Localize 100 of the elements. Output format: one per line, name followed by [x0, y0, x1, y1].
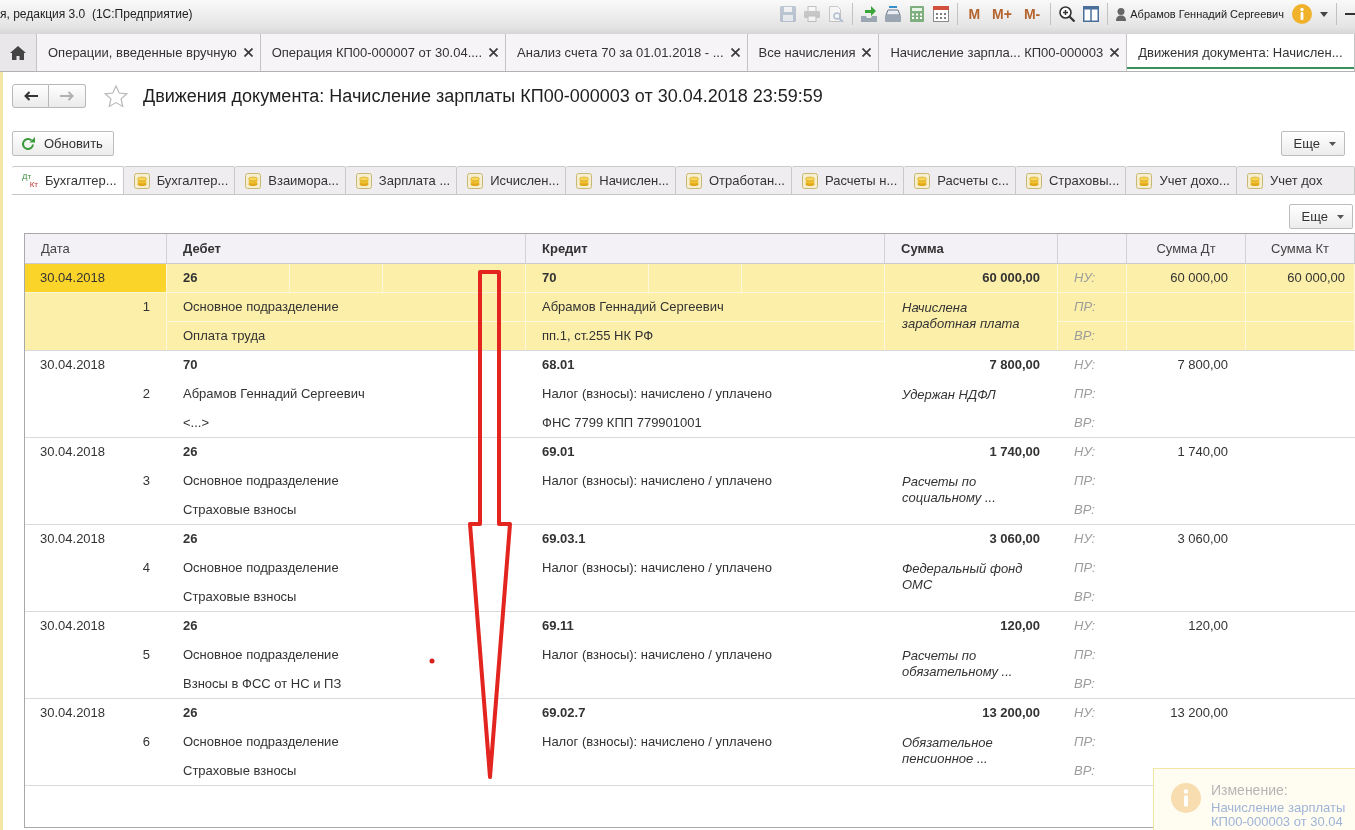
- coins-icon: [245, 172, 262, 189]
- ledger-label: НУ:: [1058, 699, 1127, 728]
- row-number: 3: [25, 467, 167, 524]
- date-cell: 30.04.2018: [25, 612, 167, 641]
- analytics-cell: Основное подразделение: [167, 467, 526, 496]
- coins-icon: [686, 172, 702, 189]
- close-icon[interactable]: [489, 48, 499, 57]
- column-header[interactable]: Сумма Кт: [1246, 234, 1355, 263]
- tab[interactable]: Исчислен...: [457, 166, 567, 194]
- tab[interactable]: Операция КП00-000007 от 30.04....: [260, 34, 507, 71]
- tab[interactable]: Начислен...: [566, 166, 676, 194]
- tab[interactable]: Анализ счета 70 за 01.01.2018 - ...: [506, 34, 748, 71]
- scanner-icon[interactable]: [885, 6, 902, 22]
- analytics-cell: Абрамов Геннадий Сергеевич: [526, 293, 885, 322]
- account-cell: 26: [167, 612, 290, 641]
- column-header[interactable]: Дебет: [167, 234, 526, 263]
- analytics-cell: Страховые взносы: [167, 583, 526, 611]
- description-text: Обязательное пенсионное ...: [902, 735, 994, 767]
- close-icon[interactable]: [730, 48, 740, 57]
- memory-button[interactable]: M: [966, 6, 983, 22]
- amount-dt-cell: 3 060,00: [1127, 525, 1246, 554]
- tab[interactable]: Учет дохо...: [1126, 166, 1237, 194]
- analytics-cell: Страховые взносы: [167, 496, 526, 524]
- analytics-cell: Налог (взносы): начислено / уплачено: [526, 554, 885, 583]
- coins-icon: [576, 172, 593, 189]
- caret-icon[interactable]: [1320, 11, 1328, 17]
- ledger-label: НУ:: [1058, 612, 1127, 641]
- coins-icon: [133, 172, 150, 189]
- description-text: Федеральный фонд ОМС: [902, 561, 1024, 593]
- refresh-icon: [21, 136, 35, 151]
- ledger-label: НУ:: [1058, 264, 1127, 293]
- account-cell: 26: [167, 438, 290, 467]
- description-text: Расчеты по социальному ...: [902, 474, 997, 506]
- coins-icon: [914, 172, 931, 189]
- amount-cell: 60 000,00: [885, 264, 1058, 293]
- column-header[interactable]: Сумма: [885, 234, 1058, 263]
- date-cell: 30.04.2018: [25, 264, 167, 293]
- zoom-in-icon[interactable]: [1059, 6, 1076, 22]
- tab[interactable]: Бухгалтер...: [123, 166, 236, 194]
- caret-icon: [1337, 214, 1344, 219]
- coins-icon: [801, 172, 818, 189]
- close-icon[interactable]: [862, 48, 872, 57]
- close-icon[interactable]: [1110, 48, 1120, 57]
- row-number: 6: [25, 728, 167, 785]
- tab[interactable]: Страховы...: [1015, 166, 1127, 194]
- tab[interactable]: Отработан...: [676, 166, 792, 194]
- coins-icon: [1025, 172, 1042, 189]
- window-panel-icon[interactable]: [1083, 6, 1100, 22]
- tab[interactable]: Расчеты с...: [904, 166, 1016, 194]
- close-icon[interactable]: [243, 48, 253, 57]
- date-cell: 30.04.2018: [25, 525, 167, 554]
- amount-cell: 1 740,00: [885, 438, 1058, 467]
- amount-dt-cell: 120,00: [1127, 612, 1246, 641]
- table-row[interactable]: 30.04.2018 1 26 Основное подразделение Оплата труда 70 Абрамов Геннадий Сергеевич пп.1, ст.255 НК РФ 60 000,00 Начислена заработная плата НУ: ПР: ВР: 60 000,00 60 000,00: [25, 264, 1355, 351]
- tab[interactable]: Движения документа: Начислен...: [1127, 34, 1355, 71]
- column-header[interactable]: Кредит: [526, 234, 885, 263]
- back-button[interactable]: [12, 84, 49, 108]
- account-cell: 26: [167, 525, 290, 554]
- account-cell: 26: [167, 264, 290, 293]
- column-header[interactable]: Дата: [25, 234, 167, 263]
- tab[interactable]: Взаимора...: [235, 166, 346, 194]
- analytics-cell: Взносы в ФСС от НС и ПЗ: [167, 670, 526, 698]
- star-icon[interactable]: [104, 84, 128, 108]
- ledger-label: ВР:: [1058, 409, 1127, 437]
- column-header[interactable]: Сумма Дт: [1127, 234, 1246, 263]
- more-button[interactable]: Еще: [1288, 204, 1353, 229]
- analytics-cell: Налог (взносы): начислено / уплачено: [526, 380, 885, 409]
- ledger-label: НУ:: [1058, 351, 1127, 380]
- coins-icon: [1246, 172, 1263, 189]
- tab[interactable]: Зарплата ...: [345, 166, 458, 194]
- date-cell: 30.04.2018: [25, 699, 167, 728]
- calendar-icon[interactable]: [933, 6, 950, 22]
- more-button[interactable]: Еще: [1280, 131, 1345, 156]
- account-cell: 69.02.7: [526, 699, 649, 728]
- account-cell: 70: [526, 264, 649, 293]
- calculator-icon[interactable]: [909, 6, 926, 22]
- analytics-cell: Основное подразделение: [167, 728, 526, 757]
- coins-icon: [355, 172, 372, 189]
- tab[interactable]: Расчеты н...: [791, 166, 905, 194]
- account-cell: 69.01: [526, 438, 649, 467]
- memory-button[interactable]: M+: [990, 6, 1014, 22]
- ledger-label: ВР:: [1058, 322, 1127, 350]
- tab[interactable]: Начисление зарпла... КП00-000003: [879, 34, 1128, 71]
- tray-arrow-icon[interactable]: [861, 6, 878, 22]
- tab[interactable]: Дт Кт Бухгалтер...: [12, 166, 124, 194]
- refresh-button[interactable]: Обновить: [12, 131, 114, 156]
- ledger-label: ВР:: [1058, 757, 1127, 785]
- analytics-cell: Абрамов Геннадий Сергеевич: [167, 380, 526, 409]
- description-text: Удержан НДФЛ: [902, 387, 997, 403]
- tab[interactable]: Все начисления: [747, 34, 880, 71]
- memory-button[interactable]: M-: [1021, 6, 1043, 22]
- description-text: Расчеты по обязательному ...: [902, 648, 1014, 680]
- user-name[interactable]: Абрамов Геннадий Сергеевич: [1130, 8, 1284, 20]
- notification-title: Изменение:: [1211, 783, 1289, 798]
- ledger-label: НУ:: [1058, 525, 1127, 554]
- row-number: 2: [25, 380, 167, 437]
- back-arrow-icon: [23, 91, 38, 101]
- amount-cell: 120,00: [885, 612, 1058, 641]
- tab[interactable]: Операции, введенные вручную: [37, 34, 261, 71]
- ledger-label: ПР:: [1058, 554, 1127, 583]
